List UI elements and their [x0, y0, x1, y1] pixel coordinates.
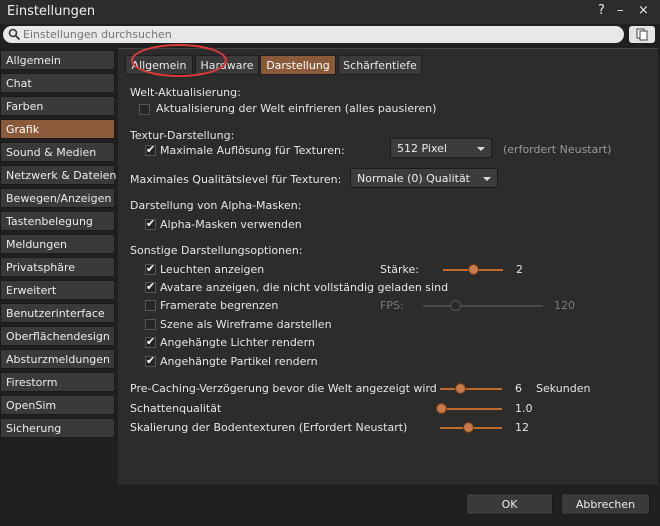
avatars-label: Avatare anzeigen, die nicht vollständig … — [160, 281, 449, 294]
particles-checkbox[interactable]: ✔ — [145, 354, 156, 367]
glow-checkbox[interactable]: ✔ — [145, 262, 156, 275]
checkmark-icon: ✔ — [146, 335, 156, 348]
sidebar-item-privatsphaere[interactable]: Privatsphäre — [0, 257, 115, 277]
shadow-label: Schattenqualität — [130, 402, 222, 415]
sidebar-item-farben[interactable]: Farben — [0, 96, 115, 116]
precache-unit: Sekunden — [536, 382, 591, 395]
max-res-label: Maximale Auflösung für Texturen: — [160, 144, 345, 157]
terrain-value: 12 — [515, 421, 529, 434]
copy-settings-button[interactable] — [629, 26, 655, 43]
lights-checkbox[interactable]: ✔ — [145, 335, 156, 348]
alpha-mask-label: Alpha-Masken verwenden — [160, 218, 302, 231]
max-res-checkbox[interactable]: ✔ — [145, 143, 156, 156]
sidebar-item-tastenbelegung[interactable]: Tastenbelegung — [0, 211, 115, 231]
fps-track — [423, 305, 543, 307]
fps-limit-checkbox[interactable] — [145, 300, 156, 311]
chevron-down-icon — [477, 147, 485, 151]
wireframe-label: Szene als Wireframe darstellen — [160, 318, 332, 331]
particles-label: Angehängte Partikel rendern — [160, 355, 318, 368]
title-bar[interactable]: Einstellungen ? – × — [0, 0, 660, 24]
sidebar-item-erweitert[interactable]: Erweitert — [0, 280, 115, 300]
quality-value: Normale (0) Qualität — [357, 172, 470, 185]
minimize-icon[interactable]: – — [617, 3, 624, 19]
sidebar-item-grafik[interactable]: Grafik — [0, 119, 115, 139]
copy-icon — [636, 28, 648, 41]
search-box[interactable] — [3, 26, 624, 43]
restart-note: (erfordert Neustart) — [503, 143, 612, 156]
tab-darstellung[interactable]: Darstellung — [260, 55, 336, 75]
fps-knob[interactable] — [450, 300, 461, 311]
help-icon[interactable]: ? — [598, 3, 605, 19]
tab-allgemein[interactable]: Allgemein — [125, 55, 193, 75]
checkmark-icon: ✔ — [146, 262, 156, 275]
wireframe-checkbox[interactable] — [145, 319, 156, 330]
quality-dropdown[interactable]: Normale (0) Qualität — [350, 168, 498, 188]
fps-slider[interactable] — [423, 300, 543, 312]
close-icon[interactable]: × — [638, 3, 649, 19]
sidebar-item-allgemein[interactable]: Allgemein — [0, 50, 115, 70]
terrain-slider[interactable] — [440, 422, 502, 434]
strength-value: 2 — [516, 263, 523, 276]
precache-slider[interactable] — [440, 383, 502, 395]
checkmark-icon: ✔ — [146, 354, 156, 367]
precache-track — [440, 388, 502, 390]
texture-heading: Textur-Darstellung: — [130, 129, 235, 142]
fps-label: FPS: — [380, 299, 404, 312]
world-update-heading: Welt-Aktualisierung: — [130, 86, 241, 99]
precache-knob[interactable] — [455, 383, 466, 394]
sidebar-item-opensim[interactable]: OpenSim — [0, 395, 115, 415]
sidebar-item-bewegen[interactable]: Bewegen/Anzeigen — [0, 188, 115, 208]
misc-heading: Sonstige Darstellungsoptionen: — [130, 244, 303, 257]
sidebar-item-meldungen[interactable]: Meldungen — [0, 234, 115, 254]
sidebar-item-chat[interactable]: Chat — [0, 73, 115, 93]
checkmark-icon: ✔ — [146, 143, 156, 156]
window-title: Einstellungen — [7, 4, 96, 19]
sidebar-item-absturzmeldungen[interactable]: Absturzmeldungen — [0, 349, 115, 369]
fps-value: 120 — [554, 299, 575, 312]
max-res-value: 512 Pixel — [397, 142, 447, 155]
fps-limit-label: Framerate begrenzen — [160, 299, 279, 312]
shadow-slider[interactable] — [436, 403, 502, 415]
lights-label: Angehängte Lichter rendern — [160, 336, 315, 349]
terrain-knob[interactable] — [463, 422, 474, 433]
checkmark-icon: ✔ — [146, 280, 156, 293]
tab-hardware[interactable]: Hardware — [195, 55, 259, 75]
sidebar-item-firestorm[interactable]: Firestorm — [0, 372, 115, 392]
shadow-knob[interactable] — [436, 403, 447, 414]
quality-label: Maximales Qualitätslevel für Texturen: — [130, 173, 342, 186]
sidebar-item-netzwerk[interactable]: Netzwerk & Dateien — [0, 165, 116, 185]
alpha-mask-checkbox[interactable]: ✔ — [145, 217, 156, 230]
strength-slider[interactable] — [443, 264, 503, 276]
tab-schaerfentiefe[interactable]: Schärfentiefe — [338, 55, 422, 75]
freeze-world-label: Aktualisierung der Welt einfrieren (alle… — [156, 102, 437, 115]
precache-label: Pre-Caching-Verzögerung bevor die Welt a… — [130, 382, 437, 395]
avatars-checkbox[interactable]: ✔ — [145, 280, 156, 293]
freeze-world-checkbox[interactable] — [139, 104, 150, 115]
search-icon — [8, 28, 21, 41]
cancel-button[interactable]: Abbrechen — [561, 493, 650, 515]
search-input[interactable] — [23, 27, 613, 42]
terrain-label: Skalierung der Bodentexturen (Erfordert … — [130, 421, 408, 434]
settings-panel: Allgemein Hardware Darstellung Schärfent… — [118, 48, 658, 485]
max-res-dropdown[interactable]: 512 Pixel — [390, 138, 492, 158]
chevron-down-icon — [483, 177, 491, 181]
sidebar-item-sicherung[interactable]: Sicherung — [0, 418, 115, 438]
search-row — [0, 24, 660, 46]
shadow-value: 1.0 — [515, 402, 533, 415]
ok-button[interactable]: OK — [466, 493, 553, 515]
precache-value: 6 — [515, 382, 522, 395]
glow-label: Leuchten anzeigen — [160, 263, 265, 276]
sidebar-item-sound-medien[interactable]: Sound & Medien — [0, 142, 115, 162]
alpha-heading: Darstellung von Alpha-Masken: — [130, 199, 302, 212]
sidebar-item-oberflaechendesign[interactable]: Oberflächendesign — [0, 326, 115, 346]
checkmark-icon: ✔ — [146, 217, 156, 230]
sidebar-item-benutzerinterface[interactable]: Benutzerinterface — [0, 303, 115, 323]
strength-knob[interactable] — [468, 264, 479, 275]
strength-label: Stärke: — [380, 263, 420, 276]
